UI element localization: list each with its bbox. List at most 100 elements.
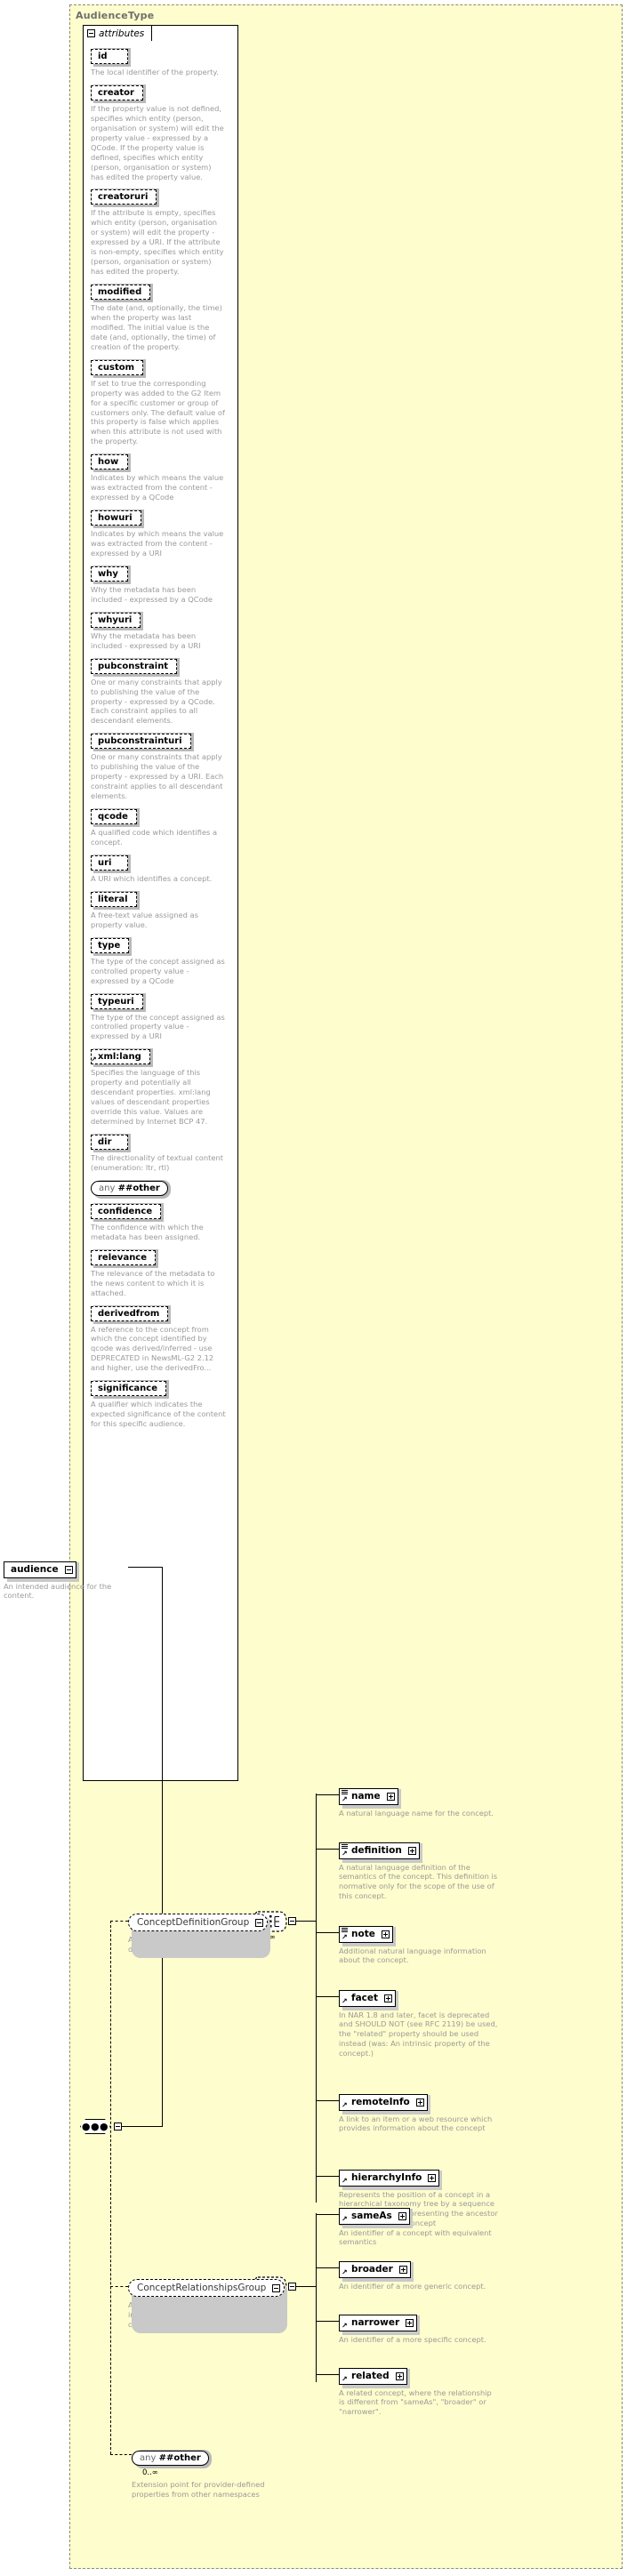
connector-line — [316, 1849, 339, 1850]
attribute-chip[interactable]: howuri — [91, 510, 141, 526]
any-other-chip[interactable]: any ##other — [91, 1181, 168, 1196]
related-box[interactable]: ↗ related — [339, 2368, 407, 2385]
attribute-custom[interactable]: customIf set to true the corresponding p… — [91, 357, 235, 447]
element-remoteinfo[interactable]: ↗ remoteInfo A link to an item or a web … — [339, 2091, 517, 2133]
minus-icon[interactable] — [272, 2284, 280, 2292]
attribute-chip[interactable]: id — [91, 49, 128, 64]
attribute-chip[interactable]: modified — [91, 285, 150, 300]
element-sameas[interactable]: ↗ sameAs An identifier of a concept with… — [339, 2205, 517, 2247]
plus-icon[interactable] — [416, 2099, 424, 2107]
broader-box[interactable]: ↗ broader — [339, 2261, 411, 2278]
plus-icon[interactable] — [387, 1793, 395, 1801]
plus-icon[interactable] — [398, 2212, 406, 2220]
attribute-chip[interactable]: how — [91, 454, 128, 469]
attribute-chip[interactable]: relevance — [91, 1250, 156, 1265]
element-facet[interactable]: ↗ facet In NAR 1.8 and later, facet is d… — [339, 1987, 517, 2058]
attributes-tab[interactable]: attributes — [83, 25, 152, 41]
plus-icon[interactable] — [396, 2372, 404, 2380]
attribute-chip-wrap: howuri — [91, 507, 141, 526]
narrower-description: An identifier of a more specific concept… — [339, 2335, 499, 2345]
sequence-toggle[interactable] — [114, 2123, 122, 2131]
attribute-dir[interactable]: dirThe directionality of textual content… — [91, 1131, 235, 1173]
attribute-creatoruri[interactable]: creatoruriIf the attribute is empty, spe… — [91, 186, 235, 277]
group-concept-definition[interactable]: ConceptDefinitionGroup A group of proper… — [128, 1912, 268, 1954]
audience-box[interactable]: audience — [4, 1561, 76, 1578]
attribute-pubconstrainturi[interactable]: pubconstrainturiOne or many constraints … — [91, 730, 235, 801]
attribute-howuri[interactable]: howuriIndicates by which means the value… — [91, 507, 235, 558]
attribute-chip[interactable]: derivedfrom — [91, 1306, 168, 1321]
name-box[interactable]: ↗ name — [339, 1788, 398, 1805]
concept-definition-group-chip[interactable]: ConceptDefinitionGroup — [128, 1914, 268, 1931]
hierarchyinfo-box[interactable]: ↗ hierarchyInfo — [339, 2170, 439, 2187]
plus-icon[interactable] — [399, 2266, 407, 2274]
attribute-how[interactable]: howIndicates by which means the value wa… — [91, 451, 235, 502]
attribute-why[interactable]: whyWhy the metadata has been included - … — [91, 563, 235, 605]
remoteinfo-box[interactable]: ↗ remoteInfo — [339, 2094, 428, 2111]
attribute-id[interactable]: idThe local identifier of the property. — [91, 45, 235, 77]
definition-box[interactable]: ↗ definition — [339, 1842, 420, 1859]
minus-icon[interactable] — [255, 1919, 263, 1927]
plus-icon[interactable] — [382, 1930, 390, 1938]
note-box[interactable]: ↗ note — [339, 1926, 393, 1943]
attribute-confidence[interactable]: confidenceThe confidence with which the … — [91, 1200, 235, 1242]
attribute-chip[interactable]: pubconstraint — [91, 659, 177, 674]
element-audience[interactable]: audience An intended audience for the co… — [4, 1559, 128, 1601]
any-other-chip[interactable]: any ##other — [132, 2451, 209, 2466]
attribute-pubconstraint[interactable]: pubconstraint One or many constraints tha… — [91, 655, 235, 726]
attribute-creator[interactable]: creatorIf the property value is not defi… — [91, 82, 235, 182]
group1-expand-toggle[interactable] — [288, 1917, 296, 1925]
attribute-chip[interactable]: literal — [91, 892, 137, 907]
attribute-chip[interactable]: creatoruri — [91, 189, 157, 205]
group-concept-relationships[interactable]: ConceptRelationshipsGroup A group of pro… — [128, 2277, 285, 2330]
attribute-chip[interactable]: custom — [91, 360, 143, 375]
attribute-chip[interactable]: uri — [91, 855, 128, 871]
attribute-significance[interactable]: significanceA qualifier which indicates … — [91, 1377, 235, 1429]
attribute-chip[interactable]: creator — [91, 85, 143, 100]
attribute-chip[interactable]: whyuri — [91, 613, 141, 628]
element-definition[interactable]: ↗ definition A natural language definiti… — [339, 1840, 517, 1901]
attribute-type[interactable]: typeThe type of the concept assigned as … — [91, 935, 235, 986]
attribute-qcode[interactable]: qcodeA qualified code which identifies a… — [91, 806, 235, 847]
attribute-chip[interactable]: pubconstrainturi — [91, 734, 191, 749]
sequence-node[interactable]: ●●● — [80, 2119, 110, 2134]
plus-icon[interactable] — [408, 1847, 416, 1855]
attribute-chip[interactable]: xml:lang↗ — [91, 1049, 150, 1064]
attribute-whyuri[interactable]: whyuriWhy the metadata has been included… — [91, 609, 235, 651]
attribute-relevance[interactable]: relevanceThe relevance of the metadata t… — [91, 1247, 235, 1298]
minus-icon[interactable] — [87, 29, 95, 37]
element-name[interactable]: ↗ name A natural language name for the c… — [339, 1786, 517, 1818]
attribute-uri[interactable]: uriA URI which identifies a concept. — [91, 852, 235, 884]
branch-stub — [110, 1921, 128, 1922]
element-broader[interactable]: ↗ broader An identifier of a more generi… — [339, 2259, 517, 2291]
plus-icon[interactable] — [428, 2174, 436, 2182]
hierarchyinfo-label: hierarchyInfo — [351, 2172, 422, 2183]
attribute-any-other[interactable]: any ##other — [91, 1177, 235, 1196]
concept-relationships-group-label: ConceptRelationshipsGroup — [137, 2283, 266, 2293]
extension-point-any[interactable]: any ##other 0..∞ Extension point for pro… — [132, 2447, 283, 2500]
narrower-box[interactable]: ↗ narrower — [339, 2315, 417, 2331]
attribute-chip[interactable]: significance — [91, 1381, 166, 1396]
attribute-chip[interactable]: type — [91, 938, 129, 953]
attribute-modified[interactable]: modifiedThe date (and, optionally, the t… — [91, 281, 235, 352]
element-note[interactable]: ↗ note Additional natural language infor… — [339, 1923, 517, 1965]
attribute-chip[interactable]: why — [91, 566, 128, 582]
plus-icon[interactable] — [406, 2319, 414, 2327]
attribute-chip-wrap: qcode — [91, 806, 137, 824]
attribute-derivedfrom[interactable]: derivedfromA reference to the concept fr… — [91, 1303, 235, 1374]
attribute-chip[interactable]: dir — [91, 1135, 128, 1150]
element-narrower[interactable]: ↗ narrower An identifier of a more speci… — [339, 2312, 517, 2344]
attribute-literal[interactable]: literalA free-text value assigned as pro… — [91, 888, 235, 930]
attribute-description: One or many constraints that apply to pu… — [91, 678, 226, 726]
attribute-chip[interactable]: confidence — [91, 1204, 161, 1219]
attribute-chip[interactable]: typeuri — [91, 994, 143, 1009]
plus-icon[interactable] — [384, 1994, 392, 2002]
facet-box[interactable]: ↗ facet — [339, 1990, 396, 2007]
sameas-box[interactable]: ↗ sameAs — [339, 2208, 410, 2225]
group2-expand-toggle[interactable] — [288, 2283, 296, 2291]
attribute-chip[interactable]: qcode — [91, 809, 137, 824]
concept-relationships-group-chip[interactable]: ConceptRelationshipsGroup — [128, 2279, 285, 2297]
attribute-typeuri[interactable]: typeuriThe type of the concept assigned … — [91, 991, 235, 1042]
element-related[interactable]: ↗ related A related concept, where the r… — [339, 2365, 517, 2417]
attribute-xml-lang[interactable]: xml:lang↗Specifies the language of this … — [91, 1046, 235, 1127]
minus-icon[interactable] — [65, 1566, 73, 1574]
